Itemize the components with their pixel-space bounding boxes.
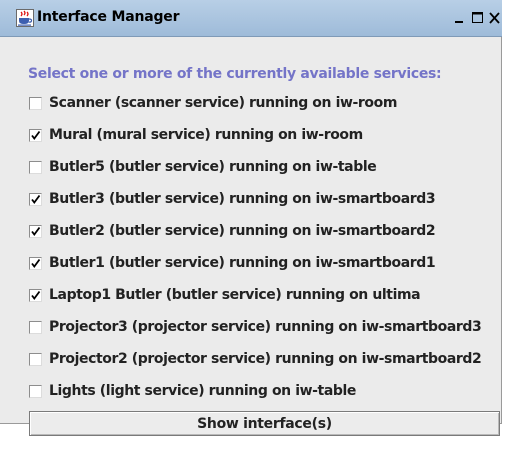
maximize-icon[interactable] bbox=[470, 10, 486, 26]
service-checkbox[interactable] bbox=[29, 384, 42, 398]
checkmark-icon bbox=[31, 290, 41, 300]
title-bar[interactable]: Interface Manager bbox=[0, 0, 502, 37]
service-checkbox-row[interactable]: Butler2 (butler service) running on iw-s… bbox=[29, 221, 436, 241]
checkmark-icon bbox=[31, 194, 41, 204]
service-checkbox[interactable] bbox=[29, 96, 42, 110]
service-label: Scanner (scanner service) running on iw-… bbox=[49, 95, 398, 111]
service-label: Projector2 (projector service) running o… bbox=[49, 351, 482, 367]
service-label: Butler5 (butler service) running on iw-t… bbox=[49, 159, 377, 175]
service-label: Laptop1 Butler (butler service) running … bbox=[49, 287, 421, 303]
service-checkbox-row[interactable]: Projector2 (projector service) running o… bbox=[29, 349, 482, 369]
service-checkbox-row[interactable]: Lights (light service) running on iw-tab… bbox=[29, 381, 356, 401]
java-coffee-cup-icon[interactable] bbox=[16, 9, 34, 27]
service-checkbox[interactable] bbox=[29, 192, 42, 206]
service-checkbox[interactable] bbox=[29, 320, 42, 334]
service-checkbox-row[interactable]: Mural (mural service) running on iw-room bbox=[29, 125, 363, 145]
minimize-icon[interactable] bbox=[452, 10, 468, 26]
service-checkbox[interactable] bbox=[29, 224, 42, 238]
service-checkbox-row[interactable]: Butler3 (butler service) running on iw-s… bbox=[29, 189, 436, 209]
service-label: Mural (mural service) running on iw-room bbox=[49, 127, 363, 143]
service-checkbox-row[interactable]: Projector3 (projector service) running o… bbox=[29, 317, 482, 337]
service-checkbox[interactable] bbox=[29, 256, 42, 270]
service-checkbox-row[interactable]: Scanner (scanner service) running on iw-… bbox=[29, 93, 397, 113]
close-icon[interactable] bbox=[488, 10, 502, 26]
window-title: Interface Manager bbox=[37, 9, 180, 25]
service-label: Projector3 (projector service) running o… bbox=[49, 319, 482, 335]
service-checkbox[interactable] bbox=[29, 288, 42, 302]
service-checkbox-row[interactable]: Butler5 (butler service) running on iw-t… bbox=[29, 157, 377, 177]
service-label: Butler3 (butler service) running on iw-s… bbox=[49, 191, 436, 207]
checkmark-icon bbox=[31, 258, 41, 268]
service-checkbox-row[interactable]: Butler1 (butler service) running on iw-s… bbox=[29, 253, 436, 273]
service-label: Butler1 (butler service) running on iw-s… bbox=[49, 255, 436, 271]
service-label: Lights (light service) running on iw-tab… bbox=[49, 383, 357, 399]
service-checkbox-row[interactable]: Laptop1 Butler (butler service) running … bbox=[29, 285, 421, 305]
service-checkbox[interactable] bbox=[29, 352, 42, 366]
service-checkbox[interactable] bbox=[29, 128, 42, 142]
checkmark-icon bbox=[31, 226, 41, 236]
prompt-text: Select one or more of the currently avai… bbox=[28, 66, 442, 82]
show-interfaces-button[interactable]: Show interface(s) bbox=[29, 411, 500, 436]
checkmark-icon bbox=[31, 130, 41, 140]
service-checkbox[interactable] bbox=[29, 160, 42, 174]
interface-manager-window: Interface Manager Select one or more of … bbox=[0, 0, 502, 436]
service-label: Butler2 (butler service) running on iw-s… bbox=[49, 223, 436, 239]
